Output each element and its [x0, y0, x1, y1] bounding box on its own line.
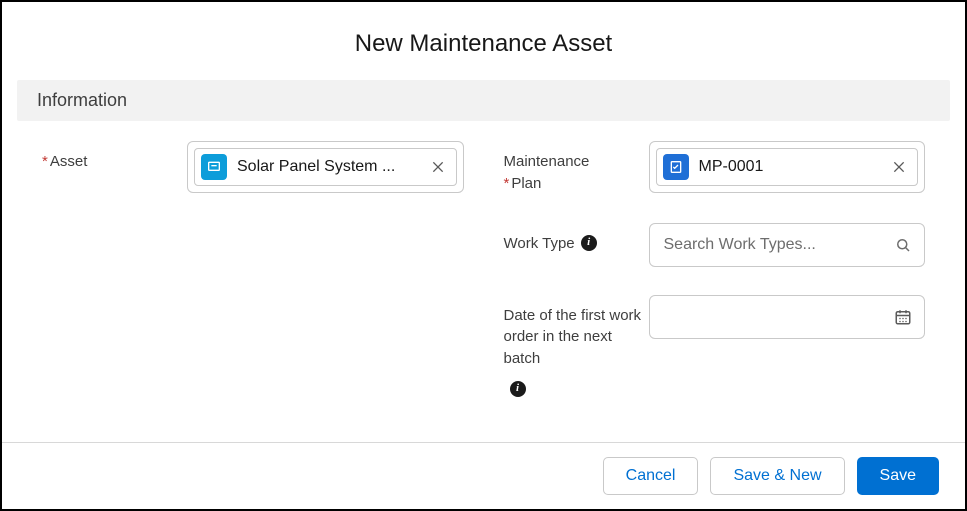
save-button[interactable]: Save	[857, 457, 939, 495]
first-work-order-date-input[interactable]	[662, 307, 885, 327]
asset-pill-label: Solar Panel System ...	[237, 158, 412, 176]
asset-clear-button[interactable]	[426, 155, 450, 179]
maintenance-plan-pill[interactable]: MP-0001	[656, 148, 919, 186]
maintenance-plan-clear-button[interactable]	[887, 155, 911, 179]
field-label-text: Maintenance	[504, 153, 590, 170]
form-body: * Asset Solar Panel System ...	[2, 121, 965, 442]
required-marker: *	[42, 151, 48, 173]
maintenance-plan-pill-label: MP-0001	[699, 158, 874, 176]
field-label-maintenance-plan: Maintenance *Plan	[504, 141, 649, 195]
field-label-text: Plan	[511, 175, 541, 192]
field-first-work-order-date: Date of the first work order in the next…	[504, 295, 926, 396]
field-label-text: Work Type	[504, 233, 575, 255]
field-asset: * Asset Solar Panel System ...	[42, 141, 464, 193]
modal-title: New Maintenance Asset	[2, 2, 965, 80]
close-icon	[891, 159, 907, 175]
field-maintenance-plan: Maintenance *Plan	[504, 141, 926, 195]
calendar-icon[interactable]	[894, 308, 912, 326]
maintenance-plan-icon	[663, 154, 689, 180]
form-column-right: Maintenance *Plan	[504, 141, 926, 432]
first-work-order-date-input-wrap[interactable]	[649, 295, 926, 339]
field-label-first-work-order-date: Date of the first work order in the next…	[504, 295, 649, 396]
close-icon	[430, 159, 446, 175]
new-maintenance-asset-modal: New Maintenance Asset Information * Asse…	[2, 2, 965, 509]
required-marker: *	[504, 175, 510, 192]
asset-icon	[201, 154, 227, 180]
field-label-work-type: Work Type i	[504, 223, 649, 255]
cancel-button[interactable]: Cancel	[603, 457, 699, 495]
info-icon[interactable]: i	[510, 381, 526, 397]
asset-pill[interactable]: Solar Panel System ...	[194, 148, 457, 186]
field-label-text: Asset	[50, 151, 88, 173]
section-header-information: Information	[17, 80, 950, 121]
asset-lookup[interactable]: Solar Panel System ...	[187, 141, 464, 193]
modal-footer: Cancel Save & New Save	[2, 442, 965, 509]
maintenance-plan-lookup[interactable]: MP-0001	[649, 141, 926, 193]
save-and-new-button[interactable]: Save & New	[710, 457, 844, 495]
field-label-text: Date of the first work order in the next…	[504, 307, 642, 368]
work-type-lookup[interactable]	[649, 223, 926, 267]
work-type-input[interactable]	[662, 235, 885, 255]
search-icon	[894, 236, 912, 254]
field-work-type: Work Type i	[504, 223, 926, 267]
info-icon[interactable]: i	[581, 235, 597, 251]
form-column-left: * Asset Solar Panel System ...	[42, 141, 464, 432]
field-label-asset: * Asset	[42, 141, 187, 173]
